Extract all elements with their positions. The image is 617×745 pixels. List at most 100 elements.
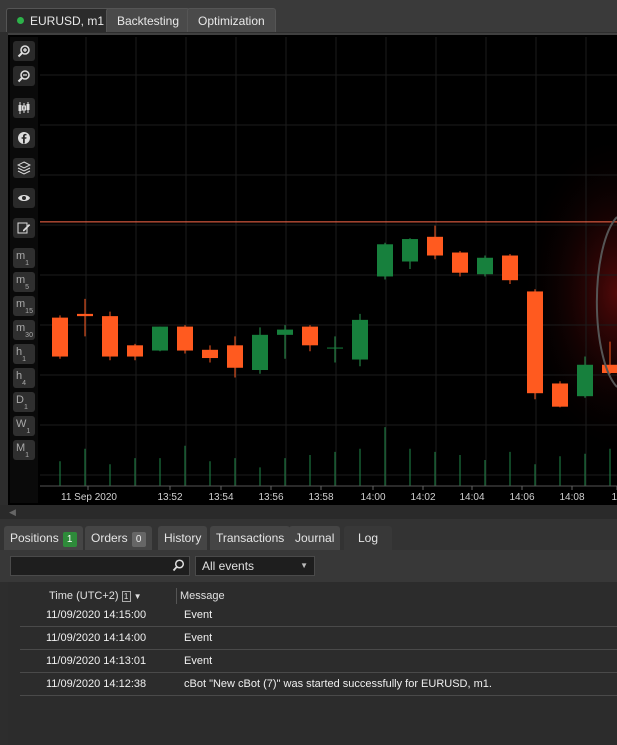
- candle-body[interactable]: [502, 255, 518, 281]
- tab-label: Transactions: [216, 531, 285, 545]
- x-tick-label: 14:06: [509, 492, 534, 503]
- candlestick-chart[interactable]: 11 Sep 2020 13:52 13:54 13:56 13:58 14:00 14:0…: [40, 37, 617, 503]
- tab-label: Journal: [295, 531, 335, 545]
- select-value: All events: [202, 559, 255, 573]
- tf-sub: 1: [23, 404, 28, 412]
- row-message: Event: [184, 609, 213, 621]
- candle-body[interactable]: [252, 334, 268, 371]
- layers-icon[interactable]: [13, 158, 35, 178]
- x-tick-label: 14:00: [360, 492, 385, 503]
- chart-scrollbar[interactable]: ◀: [0, 505, 617, 519]
- candle-body[interactable]: [202, 349, 218, 359]
- tab-label: Positions: [10, 531, 59, 545]
- tf-sub: 5: [25, 284, 30, 292]
- row-message: cBot "New cBot (7)" was started successf…: [184, 678, 492, 690]
- bottom-tab-bar: Positions 1 Orders 0 History Transactions …: [0, 519, 617, 550]
- scroll-left-icon[interactable]: ◀: [9, 507, 16, 517]
- column-header-message[interactable]: Message: [180, 590, 225, 602]
- table-row[interactable]: 11/09/2020 14:13:01 Event: [20, 650, 617, 673]
- log-search-input[interactable]: [11, 557, 171, 575]
- tab-journal[interactable]: Journal: [289, 526, 341, 550]
- tab-backtesting[interactable]: Backtesting: [106, 8, 191, 32]
- candle-body[interactable]: [477, 257, 493, 275]
- tf-sub: 30: [25, 332, 33, 340]
- row-time: 11/09/2020 14:13:01: [46, 655, 147, 667]
- tab-optimization[interactable]: Optimization: [187, 8, 276, 32]
- x-tick-label: 14:04: [459, 492, 484, 503]
- timeframe-m5[interactable]: m5: [13, 272, 35, 292]
- candle-body[interactable]: [352, 319, 368, 360]
- table-row[interactable]: 11/09/2020 14:15:00 Event: [20, 604, 617, 627]
- timeframe-d1[interactable]: D1: [13, 392, 35, 412]
- candle-body[interactable]: [452, 252, 468, 273]
- column-separator[interactable]: [176, 588, 177, 604]
- candle-body[interactable]: [102, 316, 118, 357]
- tab-transactions[interactable]: Transactions: [210, 526, 291, 550]
- candle-body[interactable]: [427, 236, 443, 256]
- candle-body[interactable]: [152, 326, 168, 351]
- tab-orders[interactable]: Orders 0: [85, 526, 152, 550]
- x-tick-label: 13:56: [258, 492, 283, 503]
- timeframe-mn1[interactable]: M1: [13, 440, 35, 460]
- candle-body[interactable]: [177, 326, 193, 351]
- tf-main: W: [16, 418, 27, 430]
- tf-main: m: [16, 322, 26, 334]
- candlestick-icon[interactable]: [13, 98, 35, 118]
- zoom-out-icon[interactable]: [13, 66, 35, 86]
- candle-body[interactable]: [227, 345, 243, 368]
- facebook-icon[interactable]: [13, 128, 35, 148]
- table-row[interactable]: 11/09/2020 14:12:38 cBot "New cBot (7)" w…: [20, 673, 617, 696]
- candle-body[interactable]: [552, 383, 568, 407]
- tab-eurusd-m1[interactable]: EURUSD, m1: [6, 8, 116, 32]
- x-tick-label: 14:02: [410, 492, 435, 503]
- edit-chart-icon[interactable]: [13, 218, 35, 238]
- tf-main: m: [16, 274, 26, 286]
- timeframe-w1[interactable]: W1: [13, 416, 35, 436]
- status-dot-icon: [17, 17, 24, 24]
- candle-body[interactable]: [302, 326, 318, 346]
- candle-body[interactable]: [52, 317, 68, 357]
- search-icon[interactable]: [172, 559, 185, 575]
- candle-body[interactable]: [277, 329, 293, 335]
- timeframe-h4[interactable]: h4: [13, 368, 35, 388]
- timeframe-m30[interactable]: m30: [13, 320, 35, 340]
- events-filter-select[interactable]: All events ▼: [195, 556, 315, 576]
- tab-history[interactable]: History: [158, 526, 208, 550]
- tab-label: Backtesting: [117, 14, 180, 28]
- tf-sub: 1: [26, 428, 31, 436]
- row-time: 11/09/2020 14:14:00: [46, 632, 147, 644]
- table-row[interactable]: 11/09/2020 14:14:00 Event: [20, 627, 617, 650]
- row-message: Event: [184, 655, 213, 667]
- tab-label: History: [164, 531, 202, 545]
- x-tick-label: 14:08: [559, 492, 584, 503]
- candle-body[interactable]: [127, 345, 143, 357]
- tab-positions[interactable]: Positions 1: [4, 526, 83, 550]
- tf-sub: 1: [22, 356, 27, 364]
- timeframe-h1[interactable]: h1: [13, 344, 35, 364]
- tab-label: Log: [358, 531, 379, 545]
- column-header-time[interactable]: Time (UTC+2) 1 ▼: [49, 590, 142, 602]
- tf-main: m: [16, 298, 26, 310]
- chart-toolbar: m1 m5 m15 m30 h1 h4 D1 W1 M1: [10, 37, 38, 503]
- candle-body[interactable]: [602, 364, 617, 374]
- tf-sub: 1: [25, 260, 30, 268]
- x-tick-label: 14: [611, 492, 617, 503]
- candle-body[interactable]: [377, 244, 393, 277]
- timeframe-m15[interactable]: m15: [13, 296, 35, 316]
- candle-body[interactable]: [527, 291, 543, 394]
- candle-body[interactable]: [577, 364, 593, 397]
- tf-sub: 4: [22, 380, 27, 388]
- zoom-in-icon[interactable]: [13, 41, 35, 61]
- eye-icon[interactable]: [13, 188, 35, 208]
- candle-body[interactable]: [327, 347, 343, 349]
- tab-label: Orders: [91, 531, 128, 545]
- candle-body[interactable]: [77, 313, 93, 317]
- sort-desc-icon: ▼: [133, 592, 142, 601]
- x-tick-label: 13:58: [308, 492, 333, 503]
- log-search-box: [10, 556, 190, 576]
- candle-body[interactable]: [402, 239, 418, 262]
- row-time: 11/09/2020 14:12:38: [46, 678, 147, 690]
- tab-log[interactable]: Log: [344, 526, 393, 550]
- timeframe-m1[interactable]: m1: [13, 248, 35, 268]
- sort-order-badge: 1: [121, 591, 131, 602]
